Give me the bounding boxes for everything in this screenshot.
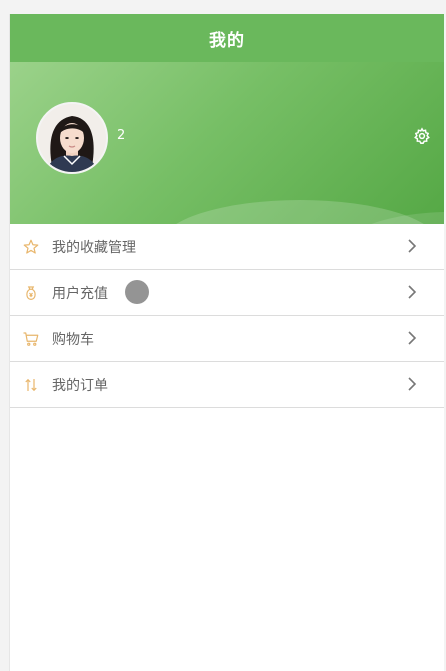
menu-item-favorites[interactable]: 我的收藏管理	[10, 224, 444, 270]
menu-item-label: 我的订单	[52, 377, 108, 394]
chevron-right-icon	[408, 377, 417, 391]
menu-item-orders[interactable]: 我的订单	[10, 362, 444, 408]
star-icon	[22, 238, 40, 256]
menu-item-label: 用户充值	[52, 285, 108, 302]
chevron-right-icon	[408, 285, 417, 299]
menu-item-recharge[interactable]: 用户充值	[10, 270, 444, 316]
touch-cursor	[125, 280, 149, 304]
chevron-right-icon	[408, 239, 417, 253]
profile-header: 2	[10, 62, 444, 224]
username: 2	[117, 128, 126, 143]
menu-item-label: 购物车	[52, 331, 94, 348]
nav-bar: 我的	[10, 14, 444, 62]
gear-icon	[414, 127, 430, 144]
menu-item-cart[interactable]: 购物车	[10, 316, 444, 362]
chevron-right-icon	[408, 331, 417, 345]
money-bag-icon	[22, 284, 40, 302]
avatar[interactable]	[36, 102, 108, 174]
avatar-photo	[38, 104, 106, 172]
gear-icon[interactable]	[412, 126, 432, 146]
menu-list: 我的收藏管理 用户充值 购物车 我的订单	[10, 224, 444, 408]
page-title: 我的	[209, 30, 245, 51]
cart-icon	[22, 330, 40, 348]
app-frame: 我的 2 我的收藏管理 用户充值 购物车 我的订单	[10, 14, 444, 671]
menu-item-label: 我的收藏管理	[52, 239, 136, 256]
sort-arrows-icon	[22, 376, 40, 394]
